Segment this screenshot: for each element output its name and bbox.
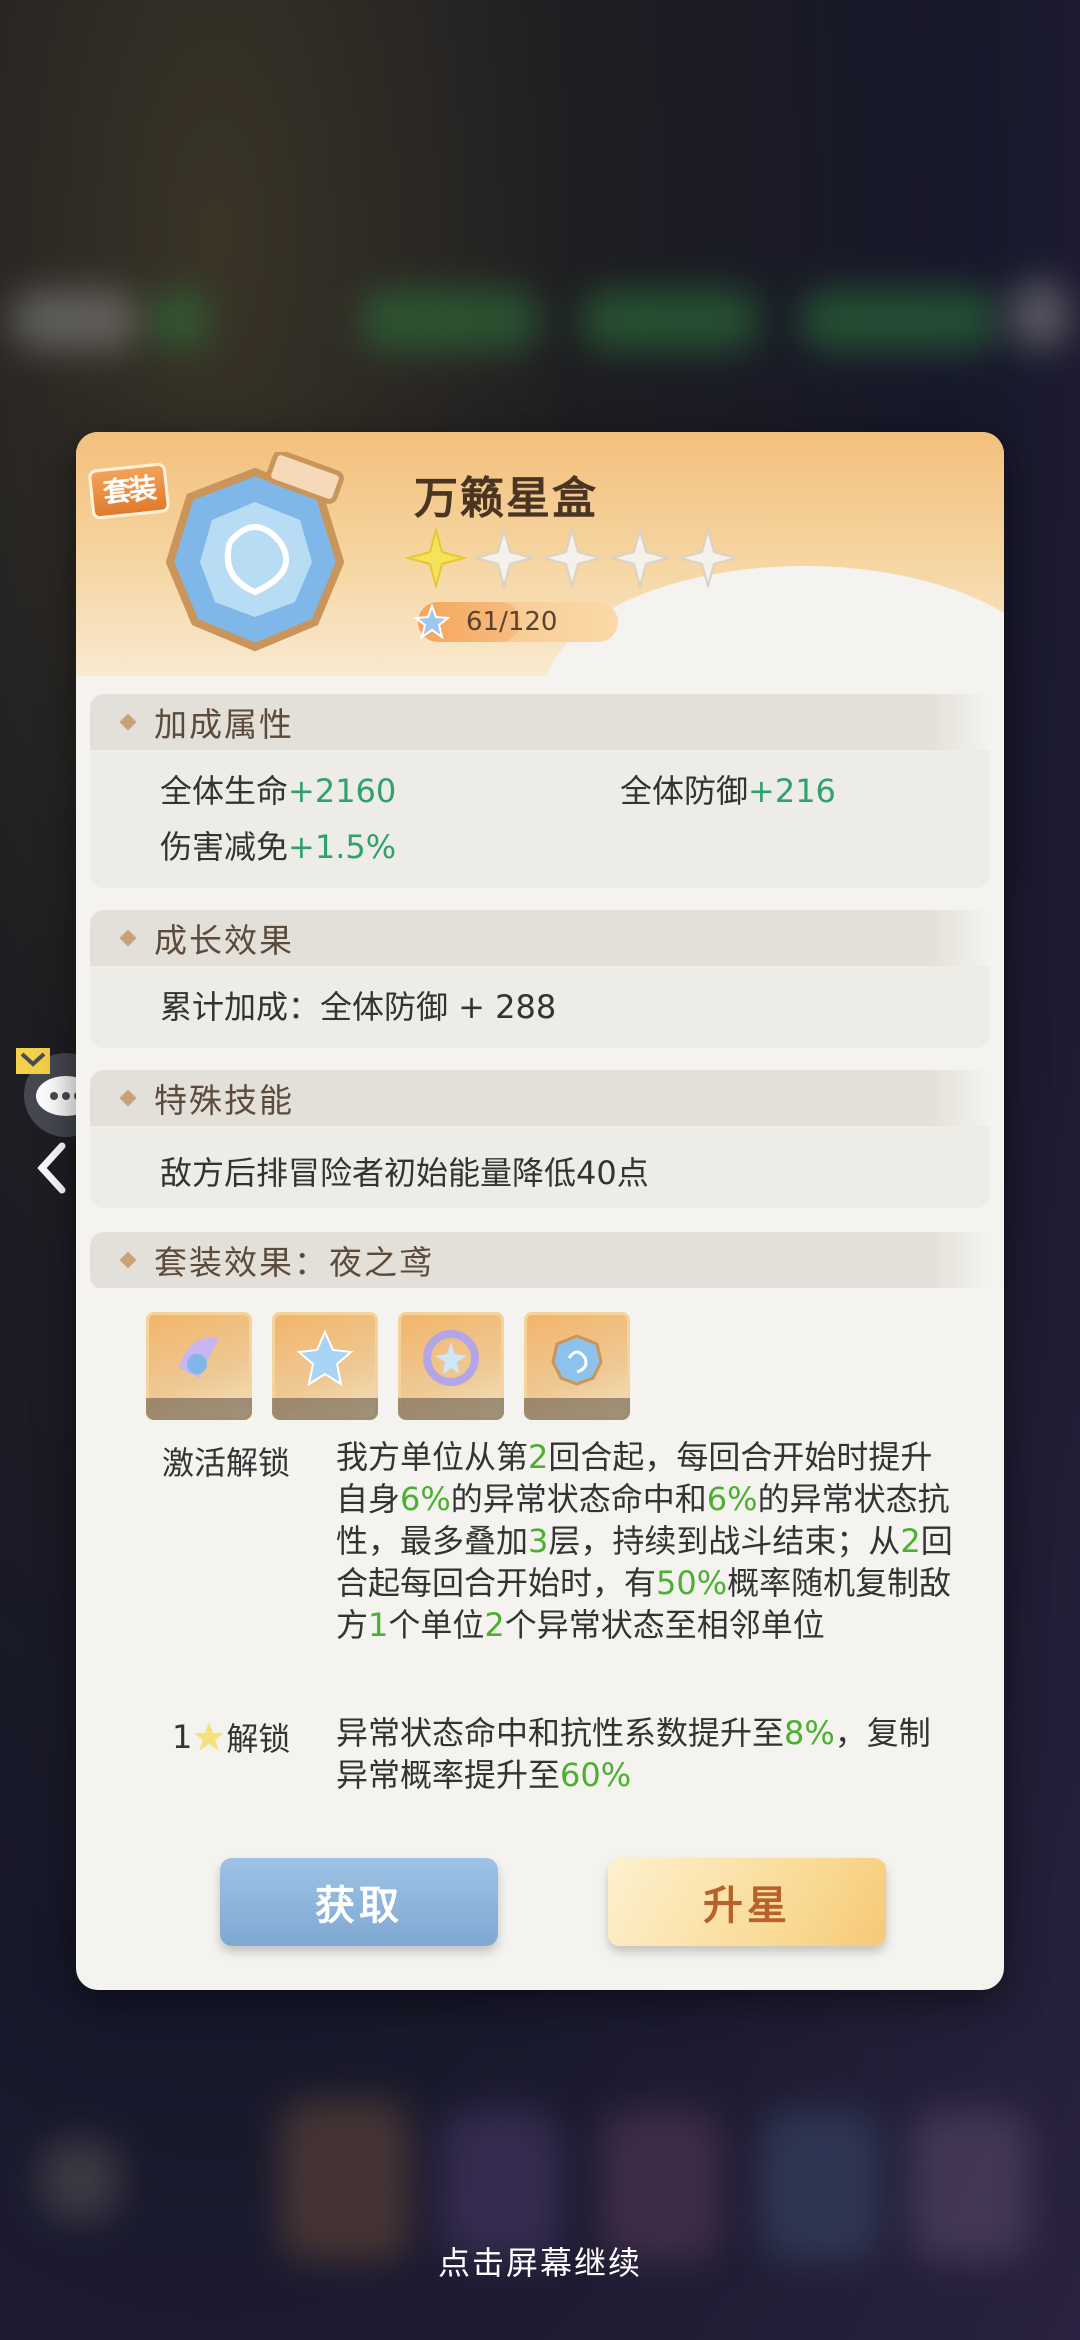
star1-unlock-label: 1 解锁 [172,1714,290,1760]
attr-def: 全体防御+216 [620,766,836,812]
attr-dmg: 伤害减免+1.5% [160,822,396,868]
section-title: 加成属性 [154,705,294,744]
star1-num: 1 [172,1718,193,1756]
diamond-icon [119,929,137,947]
star-empty-icon [472,526,536,590]
attr-dmg-label: 伤害减免 [160,828,289,866]
section-header: 成长效果 [90,910,990,966]
skill-section: 特殊技能 敌方后排冒险者初始能量降低40点 [90,1070,990,1208]
star-shard-icon [413,603,451,640]
section-header: 加成属性 [90,694,990,750]
skill-text: 敌方后排冒险者初始能量降低40点 [160,1154,649,1192]
attr-def-value: +216 [748,772,836,810]
star-strip [524,1398,630,1420]
star-progress-bar: 61/120 [413,602,618,642]
set-item-icons [146,1312,630,1420]
diamond-icon [119,1251,137,1269]
star1-label: 解锁 [226,1720,291,1758]
section-header: 套装效果：夜之鸢 [90,1232,990,1288]
star-strip [398,1398,504,1420]
item-name: 万籁星盒 [414,473,598,524]
attr-dmg-value: +1.5% [288,828,397,866]
star-strip [146,1398,252,1420]
get-button[interactable]: 获取 [220,1858,498,1946]
set-item-ring-icon[interactable] [398,1312,504,1420]
attr-hp-label: 全体生命 [160,772,289,810]
diamond-icon [119,1089,137,1107]
set-item-box-icon[interactable] [524,1312,630,1420]
star-filled-icon [404,526,468,590]
attr-hp: 全体生命+2160 [160,766,396,812]
upgrade-star-button[interactable]: 升星 [608,1858,886,1946]
star-rating [404,526,740,590]
diamond-icon [119,713,137,731]
star-empty-icon [676,526,740,590]
set-item-crystal-icon[interactable] [272,1312,378,1420]
set-effect-section: 套装效果：夜之鸢 [90,1232,990,1290]
attr-hp-value: +2160 [288,772,397,810]
unlock-description: 我方单位从第2回合起，每回合开始时提升自身6%的异常状态命中和6%的异常状态抗性… [336,1438,953,1644]
background-blur-bar [0,280,1080,370]
star-empty-icon [608,526,672,590]
item-detail-panel: 套装 万籁星盒 61/120 加成属性 全体生命+2160 全体防御+216 伤… [76,432,1004,1990]
chevron-left-icon[interactable] [34,1140,74,1196]
growth-text: 累计加成：全体防御 + 288 [160,988,557,1026]
star-strip [272,1398,378,1420]
tap-to-continue[interactable]: 点击屏幕继续 [0,2238,1080,2284]
set-item-wing-icon[interactable] [146,1312,252,1420]
section-title: 套装效果：夜之鸢 [154,1243,434,1282]
progress-text: 61/120 [466,607,558,637]
attr-def-label: 全体防御 [620,772,749,810]
growth-section: 成长效果 累计加成：全体防御 + 288 [90,910,990,1048]
star-empty-icon [540,526,604,590]
section-header: 特殊技能 [90,1070,990,1126]
music-box-icon [150,450,360,662]
section-title: 成长效果 [154,921,294,960]
section-title: 特殊技能 [154,1081,294,1120]
bonus-attrs-section: 加成属性 全体生命+2160 全体防御+216 伤害减免+1.5% [90,694,990,888]
star-icon [194,1722,225,1751]
star1-description: 异常状态命中和抗性系数提升至8%，复制异常概率提升至60% [336,1714,931,1794]
unlock-label: 激活解锁 [162,1444,291,1482]
